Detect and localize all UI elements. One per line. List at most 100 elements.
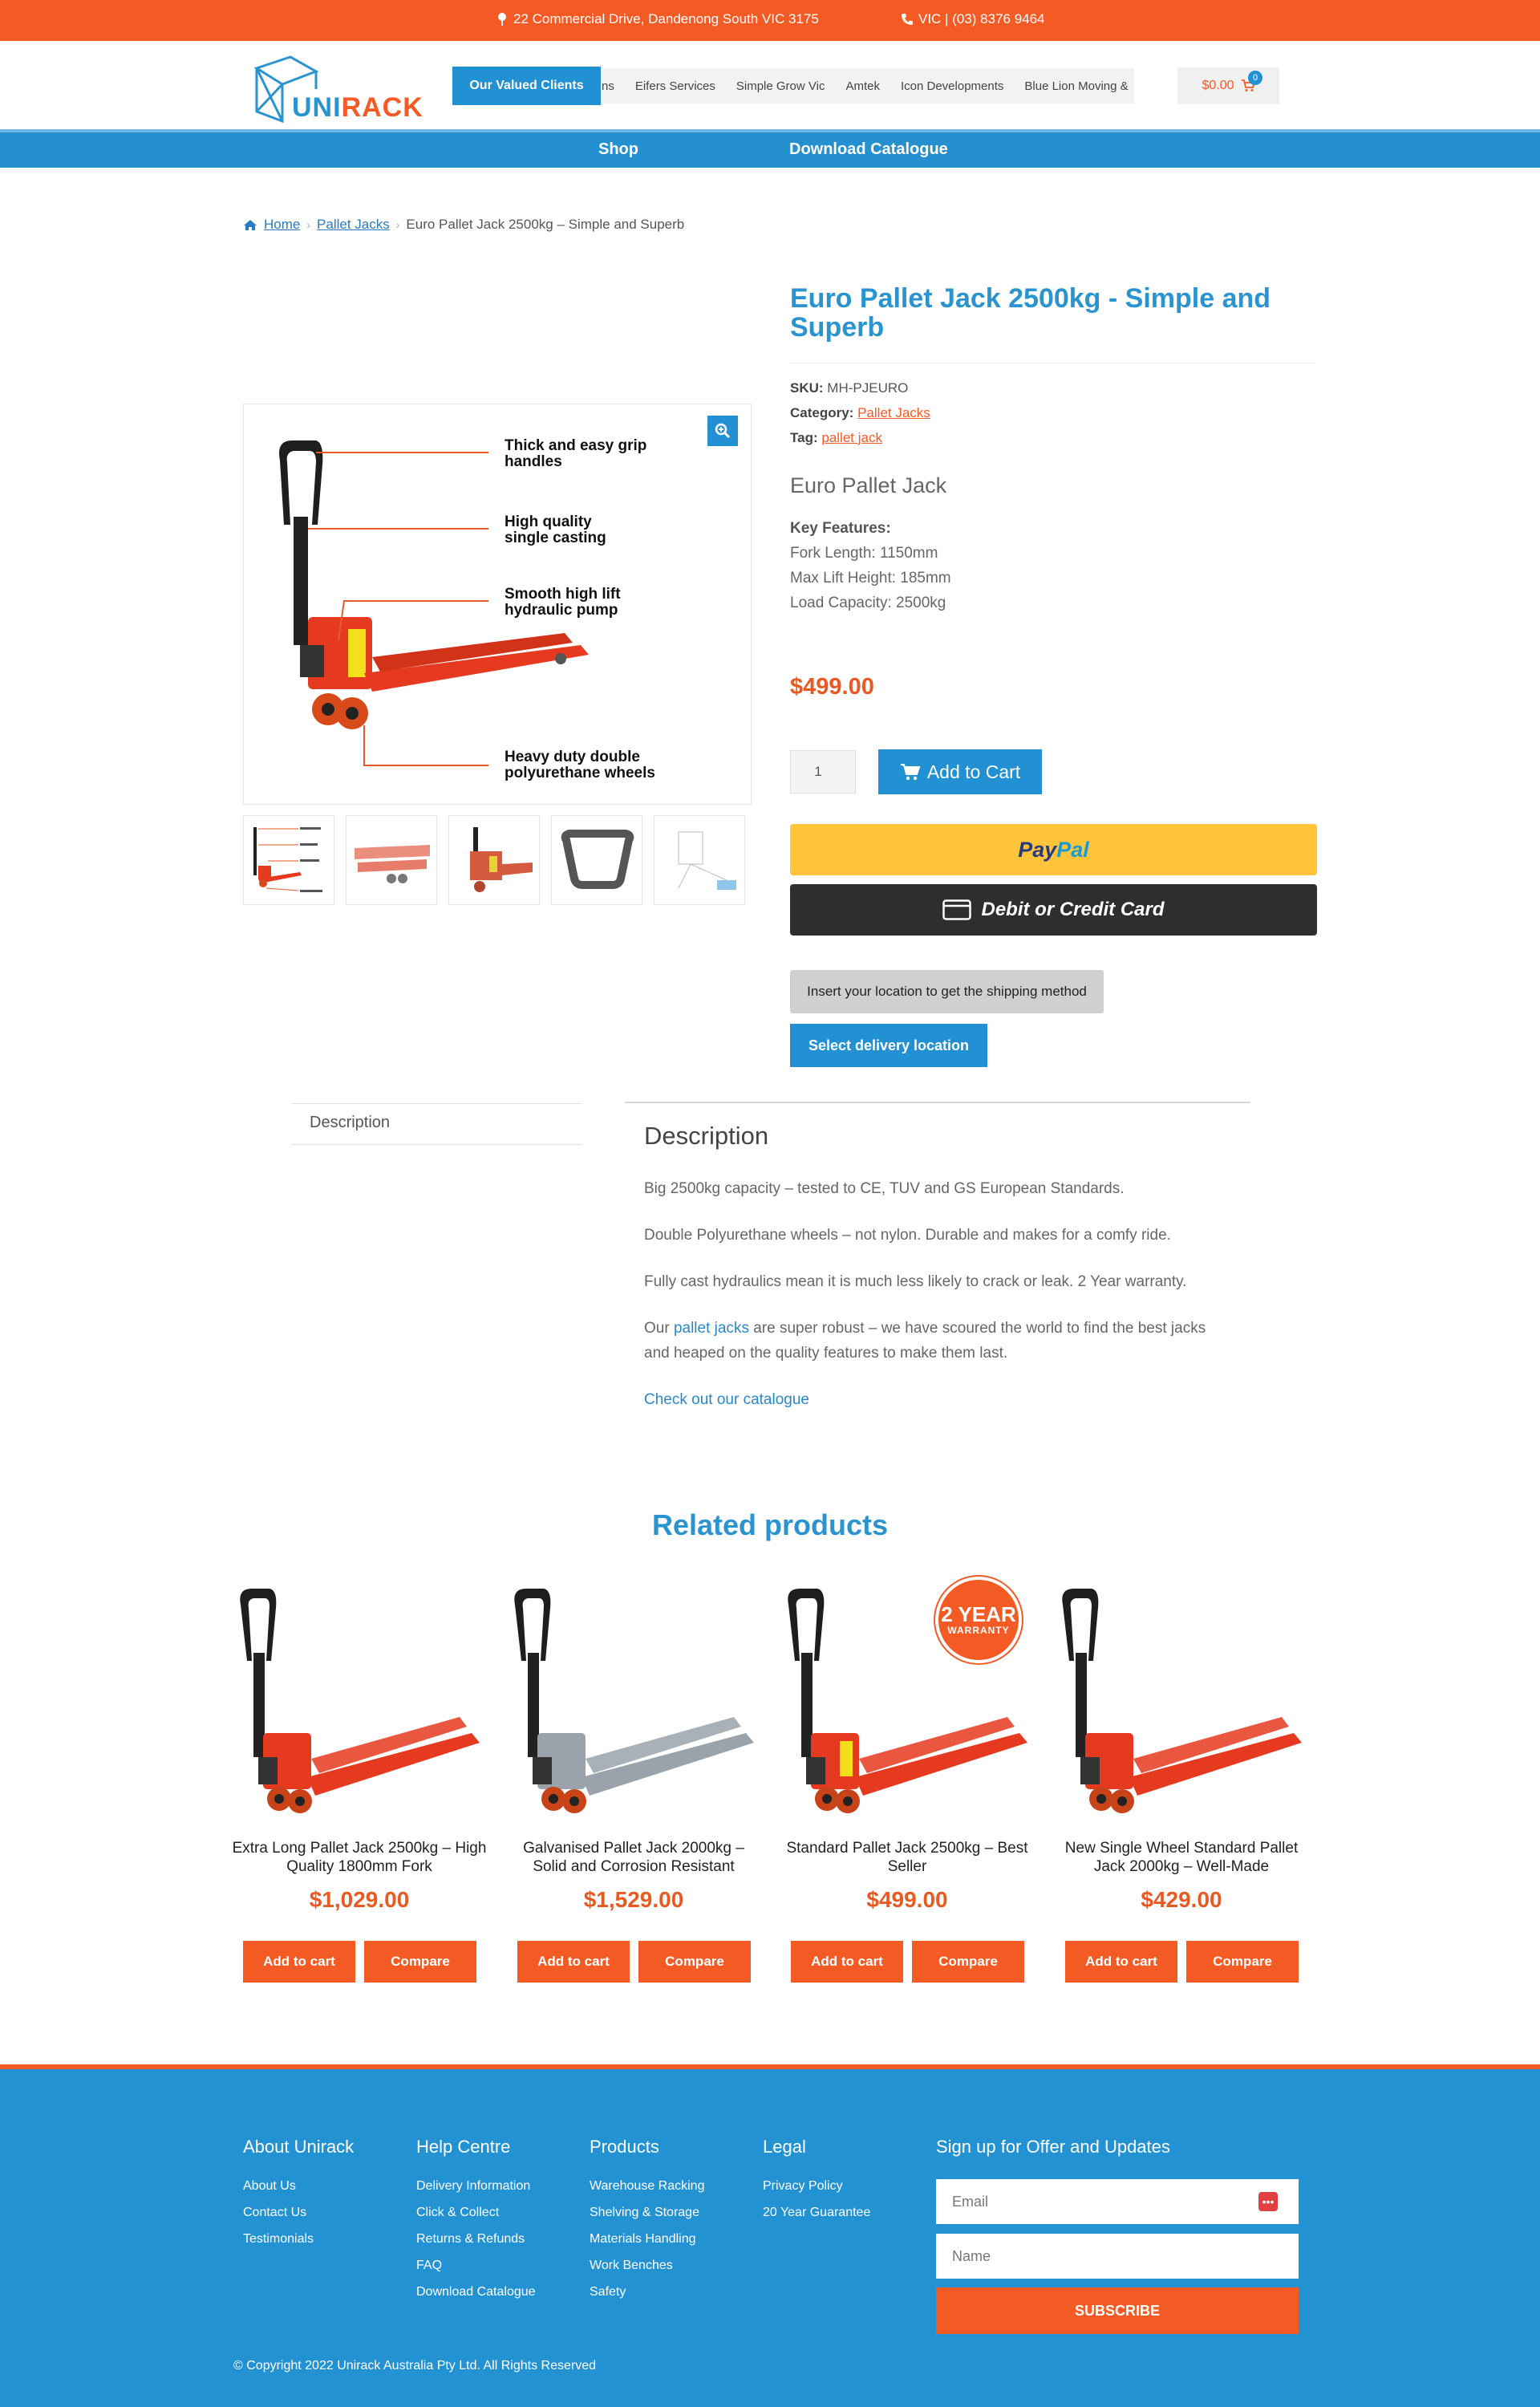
footer-link[interactable]: About Us (243, 2173, 354, 2199)
debit-credit-card-button[interactable]: Debit or Credit Card (790, 884, 1317, 936)
product-name[interactable]: Standard Pallet Jack 2500kg – Best Selle… (779, 1839, 1035, 1876)
add-to-cart-button[interactable]: Add to cart (1065, 1941, 1177, 1983)
breadcrumb-category[interactable]: Pallet Jacks (317, 217, 390, 233)
footer-link[interactable]: Work Benches (590, 2252, 704, 2279)
phone[interactable]: VIC | (03) 8376 9464 (901, 11, 1045, 27)
callout-wheels: Heavy duty double polyurethane wheels (505, 749, 655, 781)
footer-legal: Legal Privacy Policy 20 Year Guarantee (763, 2137, 870, 2226)
footer-link[interactable]: Materials Handling (590, 2226, 704, 2252)
footer-link[interactable]: 20 Year Guarantee (763, 2199, 870, 2226)
feature-item: Load Capacity: 2500kg (790, 595, 946, 611)
client-item[interactable]: Icon Developments (901, 79, 1003, 93)
add-to-cart-button[interactable]: Add to cart (791, 1941, 903, 1983)
product-name[interactable]: Galvanised Pallet Jack 2000kg – Solid an… (505, 1839, 762, 1876)
footer-link[interactable]: FAQ (416, 2252, 536, 2279)
product-price: $1,529.00 (583, 1887, 684, 1912)
compare-button[interactable]: Compare (638, 1941, 751, 1983)
cart-total: $0.00 (1202, 79, 1234, 92)
footer-link[interactable]: Download Catalogue (416, 2279, 536, 2305)
zoom-button[interactable] (707, 416, 738, 446)
client-item[interactable]: Simple Grow Vic (736, 79, 825, 93)
name-field[interactable]: Name (936, 2234, 1299, 2279)
product-image[interactable] (1053, 1573, 1310, 1813)
thumbnail-image (253, 827, 322, 892)
client-item[interactable]: ns (602, 79, 614, 93)
key-features-label: Key Features: (790, 520, 891, 537)
map-pin-icon (498, 13, 506, 26)
compare-button[interactable]: Compare (364, 1941, 476, 1983)
related-product-card[interactable]: 2 YEAR WARRANTY Standard Pallet Jack 2500k… (779, 1573, 1035, 1990)
footer-link[interactable]: Click & Collect (416, 2199, 536, 2226)
site-footer: About Unirack About Us Contact Us Testim… (0, 2064, 1540, 2407)
catalogue-link[interactable]: Check out our catalogue (644, 1391, 809, 1408)
copyright: © Copyright 2022 Unirack Australia Pty L… (233, 2359, 596, 2372)
client-item[interactable]: Amtek (845, 79, 880, 93)
feature-item: Max Lift Height: 185mm (790, 570, 951, 587)
product-image[interactable] (231, 1573, 488, 1813)
product-price: $499.00 (790, 674, 874, 700)
tag-link[interactable]: pallet jack (821, 430, 882, 445)
autofill-icon[interactable]: ••• (1258, 2192, 1278, 2211)
tab-description[interactable]: Description (310, 1114, 390, 1132)
related-product-card[interactable]: New Single Wheel Standard Pallet Jack 20… (1053, 1573, 1310, 1990)
footer-help: Help Centre Delivery Information Click &… (416, 2137, 536, 2305)
add-to-cart-button[interactable]: Add to Cart (878, 749, 1042, 794)
nav-download-catalogue[interactable]: Download Catalogue (789, 140, 948, 159)
clients-label: Our Valued Clients (452, 67, 601, 105)
add-to-cart-button[interactable]: Add to cart (517, 1941, 630, 1983)
client-item[interactable]: Blue Lion Moving & (1024, 79, 1128, 93)
badge-line-2: WARRANTY (947, 1625, 1010, 1636)
footer-link[interactable]: Contact Us (243, 2199, 354, 2226)
cart-button[interactable]: $0.00 0 (1177, 67, 1279, 104)
pallet-jacks-link[interactable]: pallet jacks (674, 1320, 749, 1337)
footer-link[interactable]: Testimonials (243, 2226, 354, 2252)
main-nav: Shop Download Catalogue (0, 129, 1540, 168)
divider (291, 1103, 582, 1104)
thumbnail-2[interactable] (346, 815, 437, 905)
select-delivery-location-button[interactable]: Select delivery location (790, 1024, 987, 1067)
thumbnail-3[interactable] (448, 815, 540, 905)
cart-icon (900, 764, 921, 781)
thumbnail-5[interactable] (654, 815, 745, 905)
key-features: Key Features: Fork Length: 1150mm Max Li… (790, 516, 951, 615)
category-link[interactable]: Pallet Jacks (857, 405, 930, 420)
product-name[interactable]: Extra Long Pallet Jack 2500kg – High Qua… (231, 1839, 488, 1876)
logo[interactable]: UNIRACK (250, 51, 423, 127)
footer-link[interactable]: Safety (590, 2279, 704, 2305)
paypal-button[interactable]: Pay Pal (790, 824, 1317, 875)
address-text: 22 Commercial Drive, Dandenong South VIC… (513, 11, 819, 26)
product-name[interactable]: New Single Wheel Standard Pallet Jack 20… (1053, 1839, 1310, 1876)
logo-text: UNIRACK (292, 92, 424, 123)
footer-link[interactable]: Warehouse Racking (590, 2173, 704, 2199)
product-image[interactable] (505, 1573, 762, 1813)
thumbnail-4[interactable] (551, 815, 642, 905)
description-paragraph: Double Polyurethane wheels – not nylon. … (644, 1227, 1171, 1244)
subscribe-button[interactable]: SUBSCRIBE (936, 2287, 1299, 2334)
footer-link[interactable]: Shelving & Storage (590, 2199, 704, 2226)
description-paragraph: Our pallet jacks are super robust – we h… (644, 1320, 1206, 1362)
add-to-cart-button[interactable]: Add to cart (243, 1941, 355, 1983)
product-main-image[interactable]: Thick and easy grip handles High quality… (243, 404, 752, 805)
nav-shop[interactable]: Shop (598, 140, 638, 159)
related-product-card[interactable]: Extra Long Pallet Jack 2500kg – High Qua… (231, 1573, 488, 1990)
name-placeholder: Name (952, 2247, 991, 2264)
compare-button[interactable]: Compare (912, 1941, 1024, 1983)
client-item[interactable]: Eifers Services (635, 79, 715, 93)
quantity-input[interactable]: 1 (790, 750, 856, 794)
product-sku: SKU: MH-PJEURO (790, 380, 909, 396)
pallet-jack-image (240, 1589, 480, 1813)
footer-heading: Help Centre (416, 2137, 511, 2157)
related-product-card[interactable]: Galvanised Pallet Jack 2000kg – Solid an… (505, 1573, 762, 1990)
pallet-jack-image (279, 440, 589, 766)
related-products-heading: Related products (651, 1508, 889, 1541)
description-paragraph: Check out our catalogue (644, 1387, 1230, 1412)
phone-text[interactable]: VIC | (03) 8376 9464 (918, 11, 1045, 27)
footer-link[interactable]: Privacy Policy (763, 2173, 870, 2199)
footer-link[interactable]: Delivery Information (416, 2173, 536, 2199)
breadcrumb-home[interactable]: Home (264, 217, 300, 233)
thumbnail-1[interactable] (243, 815, 334, 905)
footer-link[interactable]: Returns & Refunds (416, 2226, 536, 2252)
callout-pump: Smooth high lift hydraulic pump (505, 586, 621, 619)
email-field[interactable]: Email ••• (936, 2179, 1299, 2224)
compare-button[interactable]: Compare (1186, 1941, 1299, 1983)
